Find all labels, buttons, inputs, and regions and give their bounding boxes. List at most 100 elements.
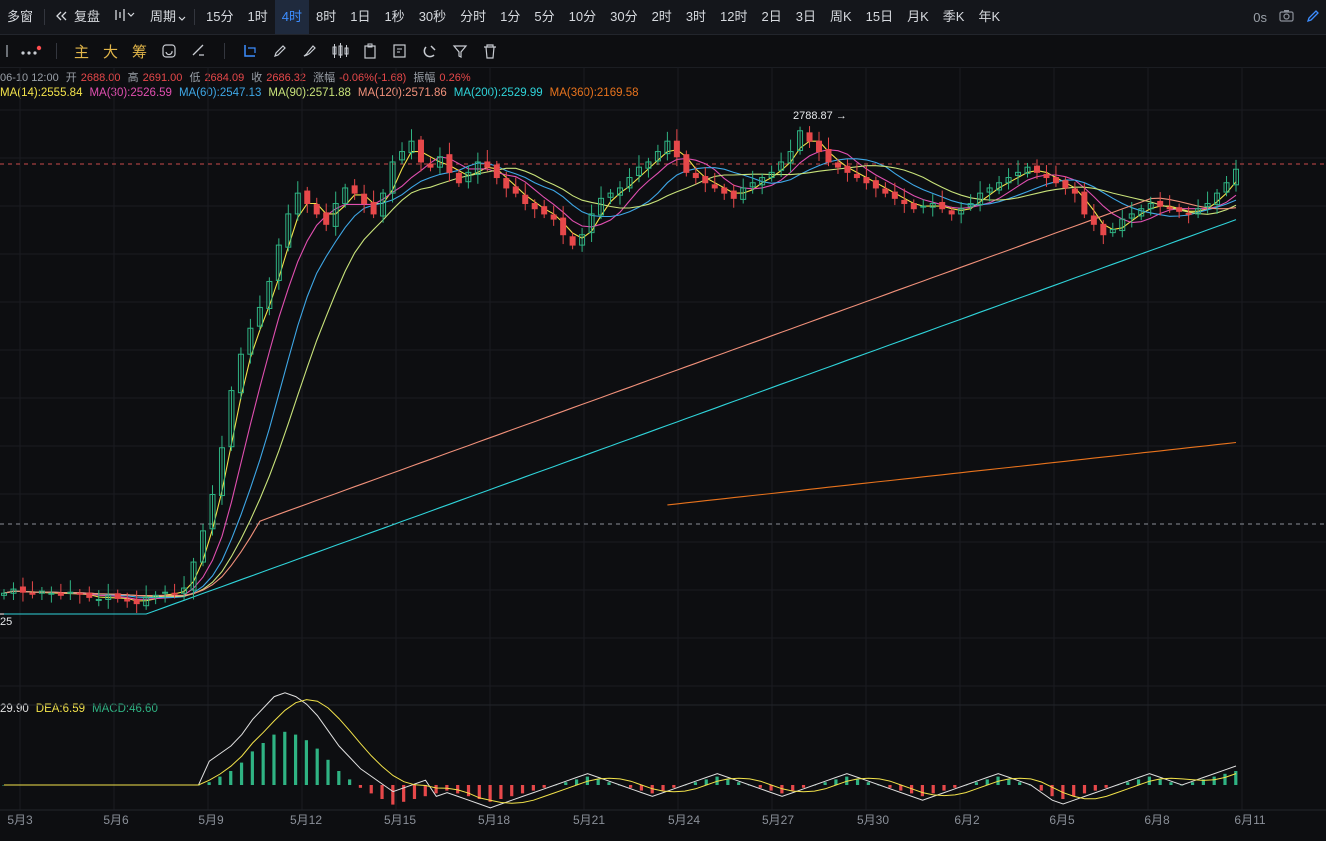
macd-bar: [920, 785, 924, 797]
candle-body: [1071, 188, 1078, 194]
macd-bar: [1190, 782, 1195, 785]
candle-body: [825, 148, 832, 163]
candle-body: [1100, 223, 1107, 236]
candle-body: [1166, 206, 1173, 210]
macd-bar: [261, 743, 265, 785]
candle-body: [1081, 191, 1088, 215]
macd-bar: [931, 785, 935, 794]
macd-bar: [542, 785, 546, 788]
macd-bar: [337, 771, 341, 785]
macd-bar: [466, 785, 471, 797]
candle-body: [304, 190, 311, 205]
x-tick-label: 6月8: [1144, 813, 1170, 827]
macd-bar: [726, 779, 730, 785]
candle-body: [493, 164, 500, 179]
ma-line-60: [3, 158, 1237, 599]
macd-bar: [423, 785, 427, 797]
candle-body: [522, 194, 529, 205]
candle-body: [171, 592, 178, 595]
high-marker: 2788.87 →: [793, 110, 847, 122]
macd-bar: [791, 785, 795, 791]
x-tick-label: 5月12: [290, 813, 322, 827]
candle-body: [503, 178, 510, 189]
macd-bar: [315, 748, 319, 785]
macd-bar: [520, 785, 525, 794]
x-axis: 5月3 5月6 5月9 5月12 5月15 5月18 5月21 5月24 5月27 5月30 6月2…: [7, 813, 1266, 827]
macd-bar: [272, 734, 276, 785]
ma-line-14: [3, 140, 1237, 602]
candle-body: [711, 184, 718, 189]
candle-body: [948, 210, 955, 215]
macd-bar: [1007, 779, 1011, 785]
macd-bar: [239, 762, 244, 785]
candle-body: [29, 592, 36, 595]
macd-bar: [704, 779, 708, 785]
candle-body: [351, 185, 358, 194]
candle-body: [901, 199, 908, 205]
ma-line-200: [4, 219, 1237, 615]
candle-body: [702, 176, 709, 184]
macd-bar: [207, 782, 211, 785]
x-tick-label: 5月3: [7, 813, 33, 827]
x-tick-label: 5月18: [478, 813, 510, 827]
candle-body: [484, 161, 491, 168]
x-tick-label: 5月24: [668, 813, 700, 827]
x-tick-label: 5月30: [857, 813, 889, 827]
candle-body: [541, 206, 548, 215]
x-tick-label: 6月5: [1049, 813, 1075, 827]
macd-bar: [888, 785, 892, 788]
macd-bar: [629, 785, 633, 788]
candle-body: [313, 204, 320, 215]
macd-bar: [380, 785, 384, 799]
macd-bar: [369, 785, 373, 794]
macd-bar: [737, 782, 741, 785]
candle-body: [1176, 207, 1183, 212]
candle-body: [550, 214, 557, 220]
candle-body: [114, 593, 121, 599]
macd-bar: [304, 740, 308, 785]
candle-body: [446, 154, 453, 173]
macd-bar: [801, 785, 806, 788]
macd-bar: [1234, 771, 1238, 785]
macd-bar: [953, 785, 957, 788]
candle-body: [531, 203, 538, 210]
macd-bar: [564, 782, 568, 785]
candle-body: [816, 140, 823, 153]
candle-body: [569, 236, 576, 246]
candle-body: [323, 212, 330, 225]
candle-body: [19, 586, 26, 593]
macd-bar: [1212, 776, 1216, 785]
candle-body: [560, 217, 567, 236]
macd-bar: [218, 776, 222, 785]
low-marker: 25: [0, 616, 12, 628]
macd-bar: [1126, 782, 1130, 785]
annotations: 2788.87 → 25: [0, 110, 847, 628]
candle-body: [853, 173, 860, 179]
macd-bar: [1104, 785, 1108, 788]
x-tick-label: 5月15: [384, 813, 416, 827]
ma-line-90: [3, 165, 1237, 597]
candle-body: [361, 193, 368, 205]
candle-body: [920, 205, 927, 208]
candle-body: [370, 201, 377, 215]
macd-bar: [942, 785, 946, 791]
macd-bar: [823, 782, 827, 785]
macd-bar: [348, 779, 352, 785]
chart-grid: [0, 67, 1326, 811]
candle-body: [834, 162, 841, 168]
macd-bar: [250, 751, 254, 785]
candle-body: [683, 154, 690, 173]
macd-bar: [693, 782, 698, 785]
candle-body: [48, 592, 55, 595]
candle-body: [95, 598, 102, 601]
candle-body: [721, 187, 728, 194]
candle-body: [891, 191, 898, 199]
price-chart[interactable]: 5月3 5月6 5月9 5月12 5月15 5月18 5月21 5月24 5月27 5月30 6月2…: [0, 0, 1326, 841]
macd-bar: [499, 785, 503, 799]
macd-bar: [293, 734, 298, 785]
candle-body: [1052, 177, 1059, 184]
macd-bar: [1039, 785, 1043, 791]
macd-bar: [412, 785, 417, 799]
macd-bar: [1082, 785, 1087, 794]
macd-bar: [855, 779, 860, 785]
